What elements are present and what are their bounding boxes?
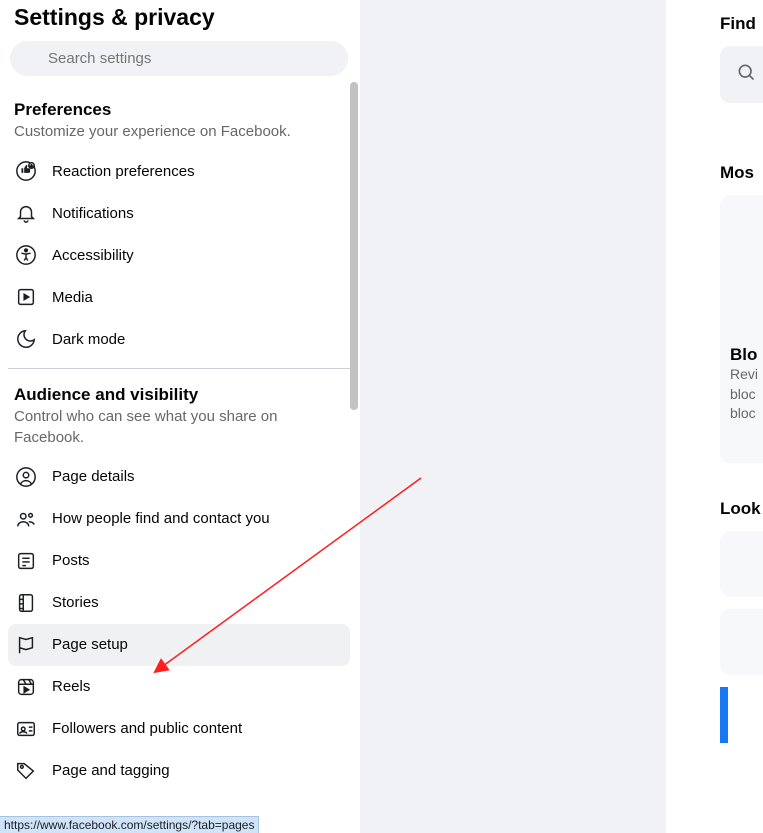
nav-stories[interactable]: Stories bbox=[8, 582, 350, 624]
flag-icon bbox=[14, 633, 38, 657]
nav-label: How people find and contact you bbox=[52, 510, 270, 527]
nav-dark-mode[interactable]: Dark mode bbox=[8, 318, 350, 360]
accessibility-icon bbox=[14, 243, 38, 267]
nav-label: Page details bbox=[52, 468, 135, 485]
find-heading: Find bbox=[720, 0, 763, 46]
card-sub-2: bloc bbox=[730, 385, 758, 405]
nav-media[interactable]: Media bbox=[8, 276, 350, 318]
nav-notifications[interactable]: Notifications bbox=[8, 192, 350, 234]
bell-icon bbox=[14, 201, 38, 225]
tag-icon bbox=[14, 759, 38, 783]
nav-label: Media bbox=[52, 289, 93, 306]
most-heading: Mos bbox=[720, 133, 763, 195]
search-icon bbox=[736, 69, 756, 86]
blocking-card[interactable]: Blo Revi bloc bloc bbox=[720, 195, 763, 463]
nav-accessibility[interactable]: Accessibility bbox=[8, 234, 350, 276]
right-search-box[interactable] bbox=[720, 46, 763, 103]
reels-icon bbox=[14, 675, 38, 699]
scrollbar-thumb[interactable] bbox=[350, 82, 358, 410]
nav-label: Notifications bbox=[52, 205, 134, 222]
svg-text:+: + bbox=[30, 164, 33, 170]
divider bbox=[8, 368, 350, 369]
card-title: Blo bbox=[730, 345, 758, 365]
nav-label: Page and tagging bbox=[52, 762, 170, 779]
posts-icon bbox=[14, 549, 38, 573]
card-option-1[interactable] bbox=[720, 531, 763, 597]
stories-icon bbox=[14, 591, 38, 615]
preferences-title: Preferences bbox=[14, 100, 344, 120]
nav-label: Reels bbox=[52, 678, 90, 695]
audience-title: Audience and visibility bbox=[14, 385, 344, 405]
nav-how-people-find[interactable]: How people find and contact you bbox=[8, 498, 350, 540]
card-sub-3: bloc bbox=[730, 404, 758, 424]
moon-icon bbox=[14, 327, 38, 351]
nav-label: Page setup bbox=[52, 636, 128, 653]
followers-icon bbox=[14, 717, 38, 741]
people-icon bbox=[14, 507, 38, 531]
audience-sub: Control who can see what you share on Fa… bbox=[14, 407, 344, 448]
user-icon bbox=[14, 465, 38, 489]
page-title: Settings & privacy bbox=[8, 0, 350, 41]
content-area bbox=[360, 0, 666, 833]
nav-page-tagging[interactable]: Page and tagging bbox=[8, 750, 350, 792]
card-sub-1: Revi bbox=[730, 365, 758, 385]
nav-label: Reaction preferences bbox=[52, 163, 195, 180]
nav-page-details[interactable]: Page details bbox=[8, 456, 350, 498]
section-audience: Audience and visibility Control who can … bbox=[8, 377, 350, 792]
nav-followers[interactable]: Followers and public content bbox=[8, 708, 350, 750]
nav-label: Stories bbox=[52, 594, 99, 611]
nav-posts[interactable]: Posts bbox=[8, 540, 350, 582]
nav-label: Posts bbox=[52, 552, 90, 569]
media-icon bbox=[14, 285, 38, 309]
search-wrap bbox=[8, 41, 350, 92]
look-heading: Look bbox=[720, 463, 763, 531]
nav-label: Accessibility bbox=[52, 247, 134, 264]
nav-label: Dark mode bbox=[52, 331, 125, 348]
settings-sidebar: Settings & privacy Preferences Customize… bbox=[0, 0, 358, 833]
search-input[interactable] bbox=[10, 41, 348, 76]
section-preferences: Preferences Customize your experience on… bbox=[8, 92, 350, 360]
nav-reaction-preferences[interactable]: + Reaction preferences bbox=[8, 150, 350, 192]
preferences-sub: Customize your experience on Facebook. bbox=[14, 122, 344, 142]
card-option-3[interactable] bbox=[720, 687, 763, 743]
nav-reels[interactable]: Reels bbox=[8, 666, 350, 708]
status-bar-url: https://www.facebook.com/settings/?tab=p… bbox=[0, 816, 259, 833]
right-column: Find Mos Blo Revi bloc bloc Look bbox=[720, 0, 763, 833]
card-option-2[interactable] bbox=[720, 609, 763, 675]
nav-label: Followers and public content bbox=[52, 720, 242, 737]
thumb-icon: + bbox=[14, 159, 38, 183]
nav-page-setup[interactable]: Page setup bbox=[8, 624, 350, 666]
